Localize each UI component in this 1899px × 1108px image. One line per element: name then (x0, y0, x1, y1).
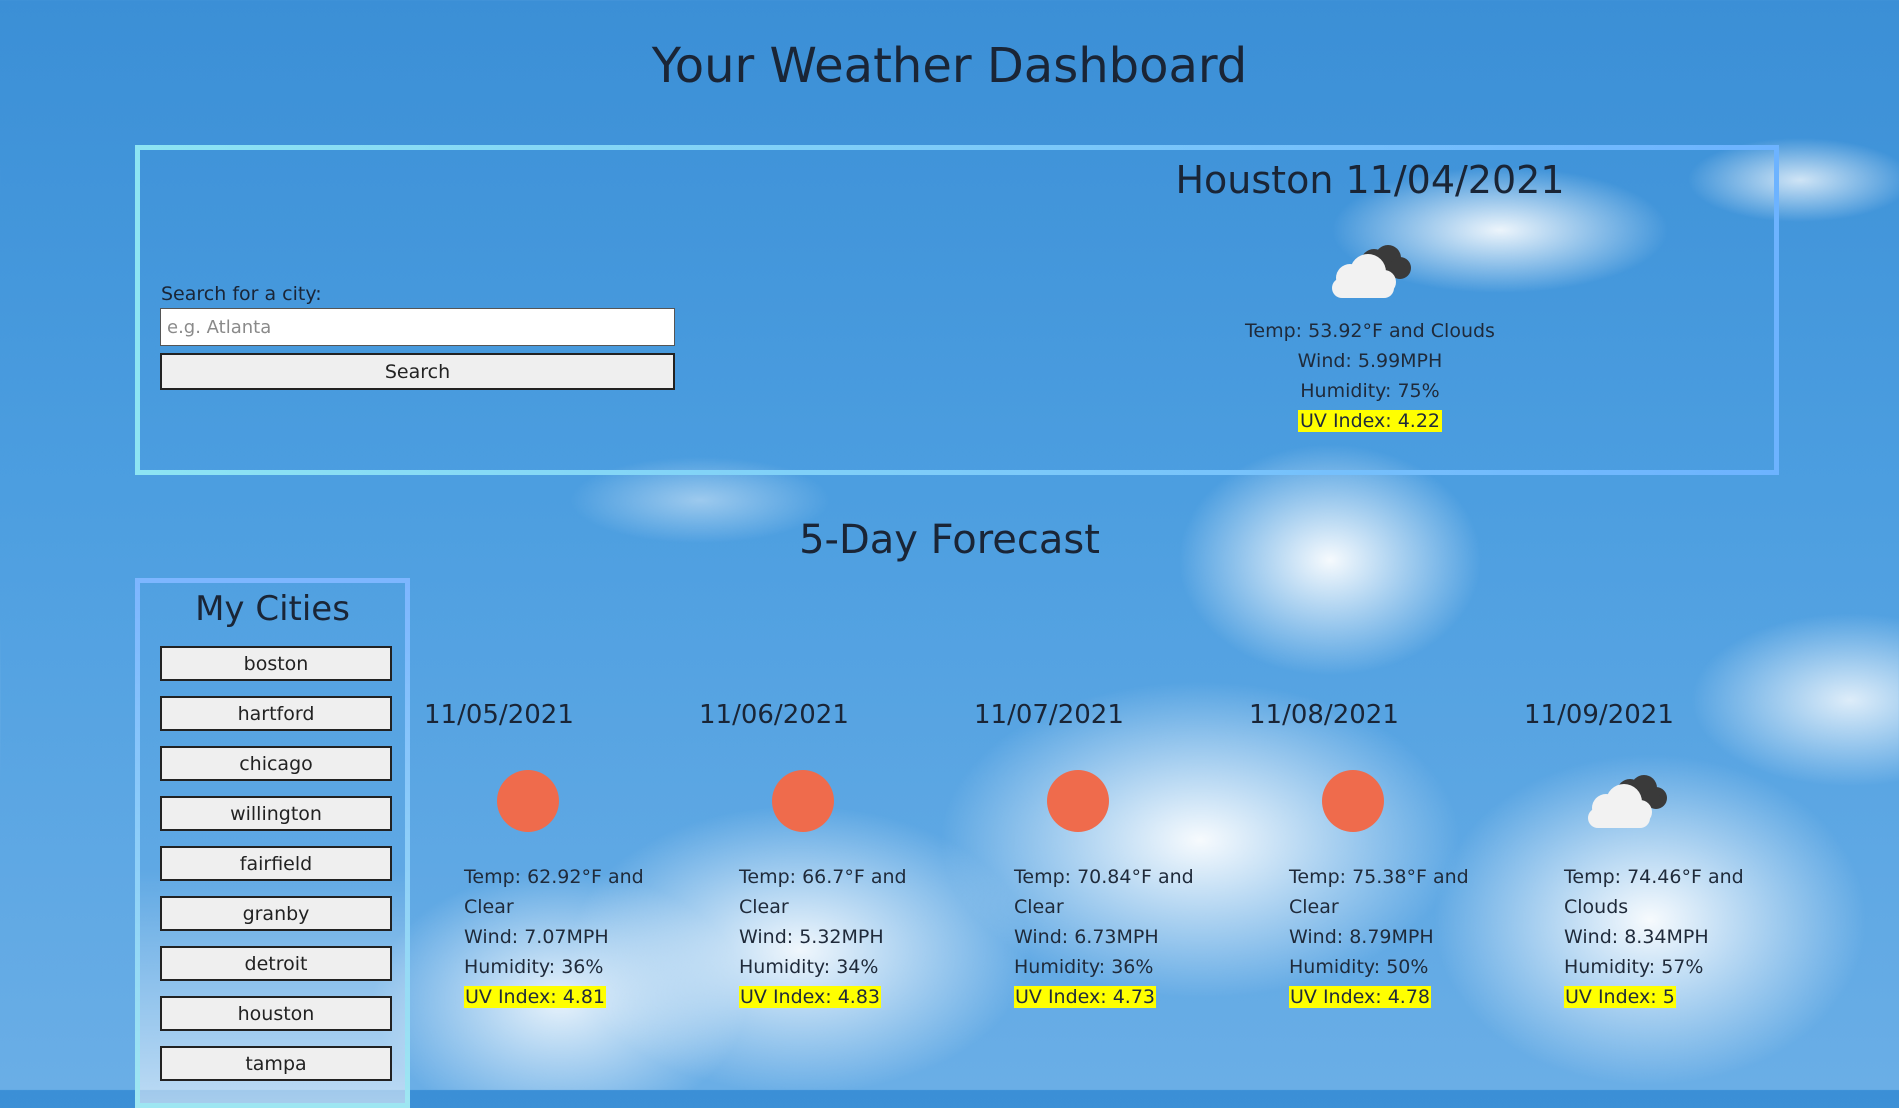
forecast-date: 11/08/2021 (1249, 700, 1399, 730)
forecast-wind: Wind: 6.73MPH (1014, 926, 1159, 948)
current-city-date: Houston 11/04/2021 (1175, 158, 1565, 202)
forecast-humidity: Humidity: 36% (464, 956, 604, 978)
forecast-day-1: 11/05/2021 Temp: 62.92°F and Clear Wind:… (424, 700, 644, 1008)
forecast-date: 11/09/2021 (1524, 700, 1674, 730)
forecast-temp: Temp: 75.38°F and Clear (1289, 866, 1469, 918)
forecast-uv-index: UV Index: 4.83 (739, 986, 881, 1008)
city-search-input[interactable] (160, 308, 675, 346)
forecast-humidity: Humidity: 36% (1014, 956, 1154, 978)
search-button[interactable]: Search (160, 353, 675, 390)
forecast-date: 11/05/2021 (424, 700, 574, 730)
forecast-day-5: 11/09/2021 Temp: 74.46°F and Clouds Wind… (1524, 700, 1744, 1008)
my-cities-title: My Cities (195, 589, 350, 629)
current-uv-index: UV Index: 4.22 (1298, 410, 1442, 432)
clear-sun-icon (772, 770, 834, 832)
forecast-wind: Wind: 8.34MPH (1564, 926, 1709, 948)
forecast-humidity: Humidity: 57% (1564, 956, 1704, 978)
forecast-uv-index: UV Index: 4.78 (1289, 986, 1431, 1008)
clouds-icon (1588, 775, 1667, 828)
forecast-temp: Temp: 62.92°F and Clear (464, 866, 644, 918)
forecast-wind: Wind: 5.32MPH (739, 926, 884, 948)
city-button-fairfield[interactable]: fairfield (160, 846, 392, 881)
city-button-willington[interactable]: willington (160, 796, 392, 831)
city-button-houston[interactable]: houston (160, 996, 392, 1031)
forecast-wind: Wind: 7.07MPH (464, 926, 609, 948)
current-weather-stats: Temp: 53.92°F and Clouds Wind: 5.99MPH H… (1020, 316, 1720, 436)
forecast-temp: Temp: 74.46°F and Clouds (1564, 866, 1744, 918)
forecast-day-4: 11/08/2021 Temp: 75.38°F and Clear Wind:… (1249, 700, 1469, 1008)
clear-sun-icon (1047, 770, 1109, 832)
forecast-title: 5-Day Forecast (799, 517, 1100, 563)
forecast-day-3: 11/07/2021 Temp: 70.84°F and Clear Wind:… (974, 700, 1194, 1008)
forecast-stats: Temp: 75.38°F and Clear Wind: 8.79MPH Hu… (1289, 862, 1489, 1012)
forecast-uv-index: UV Index: 4.73 (1014, 986, 1156, 1008)
current-weather-info: Houston 11/04/2021 Temp: 53.92°F and Clo… (1020, 150, 1720, 436)
current-temp: Temp: 53.92°F and Clouds (1245, 320, 1495, 342)
my-cities-panel: My Cities boston hartford chicago willin… (135, 578, 410, 1108)
forecast-uv-index: UV Index: 4.81 (464, 986, 606, 1008)
forecast-day-2: 11/06/2021 Temp: 66.7°F and Clear Wind: … (699, 700, 919, 1008)
forecast-wind: Wind: 8.79MPH (1289, 926, 1434, 948)
city-button-tampa[interactable]: tampa (160, 1046, 392, 1081)
forecast-stats: Temp: 74.46°F and Clouds Wind: 8.34MPH H… (1564, 862, 1764, 1012)
forecast-stats: Temp: 70.84°F and Clear Wind: 6.73MPH Hu… (1014, 862, 1214, 1012)
current-humidity: Humidity: 75% (1300, 380, 1440, 402)
city-button-detroit[interactable]: detroit (160, 946, 392, 981)
clear-sun-icon (1322, 770, 1384, 832)
page-title: Your Weather Dashboard (651, 38, 1248, 94)
forecast-temp: Temp: 70.84°F and Clear (1014, 866, 1194, 918)
forecast-uv-index: UV Index: 5 (1564, 986, 1676, 1008)
forecast-date: 11/06/2021 (699, 700, 849, 730)
city-button-boston[interactable]: boston (160, 646, 392, 681)
forecast-humidity: Humidity: 50% (1289, 956, 1429, 978)
forecast-humidity: Humidity: 34% (739, 956, 879, 978)
clear-sun-icon (497, 770, 559, 832)
city-button-hartford[interactable]: hartford (160, 696, 392, 731)
forecast-temp: Temp: 66.7°F and Clear (739, 866, 907, 918)
search-label: Search for a city: (161, 283, 322, 305)
clouds-icon (1332, 245, 1411, 298)
current-wind: Wind: 5.99MPH (1297, 350, 1443, 372)
forecast-stats: Temp: 66.7°F and Clear Wind: 5.32MPH Hum… (739, 862, 939, 1012)
city-button-granby[interactable]: granby (160, 896, 392, 931)
current-weather-panel: Search for a city: Search Houston 11/04/… (135, 145, 1779, 475)
forecast-stats: Temp: 62.92°F and Clear Wind: 7.07MPH Hu… (464, 862, 664, 1012)
forecast-date: 11/07/2021 (974, 700, 1124, 730)
city-button-chicago[interactable]: chicago (160, 746, 392, 781)
